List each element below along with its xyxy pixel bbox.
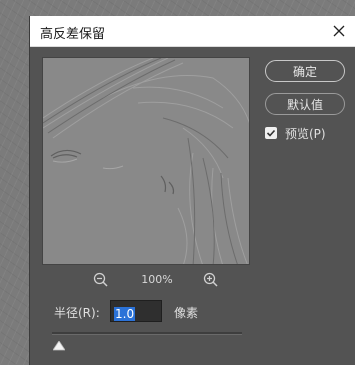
preview-checkbox-label: 预览(P) [285,126,326,141]
close-button[interactable] [328,20,350,42]
zoom-out-icon [93,272,108,287]
dialog-title: 高反差保留 [40,27,106,42]
radius-row: 半径(R): 1.0 像素 [54,300,254,322]
default-button[interactable]: 默认值 [265,93,345,115]
zoom-level-text: 100% [141,273,173,286]
radius-label: 半径(R): [54,306,100,320]
zoom-in-button[interactable] [202,271,220,289]
zoom-out-button[interactable] [92,271,110,289]
radius-input[interactable]: 1.0 [110,300,162,322]
high-pass-dialog: 高反差保留 100% 确定 默认值 预览(P) 半径(R): 1.0 像素 [29,16,355,365]
zoom-controls: 100% [42,270,250,290]
preview-checkbox[interactable] [265,127,277,139]
checkmark-icon [266,129,276,137]
radius-slider-track[interactable] [52,332,242,335]
ok-button[interactable]: 确定 [265,60,345,82]
preview-checkbox-row[interactable]: 预览(P) [265,125,326,141]
radius-value: 1.0 [114,307,136,321]
close-icon [333,25,345,37]
slider-thumb-icon [52,340,66,351]
filter-preview-pane[interactable] [42,57,250,265]
preview-image [43,58,249,264]
radius-slider-thumb[interactable] [52,336,66,351]
zoom-in-icon [203,272,218,287]
radius-unit-label: 像素 [174,306,199,320]
dialog-titlebar: 高反差保留 [30,16,355,47]
